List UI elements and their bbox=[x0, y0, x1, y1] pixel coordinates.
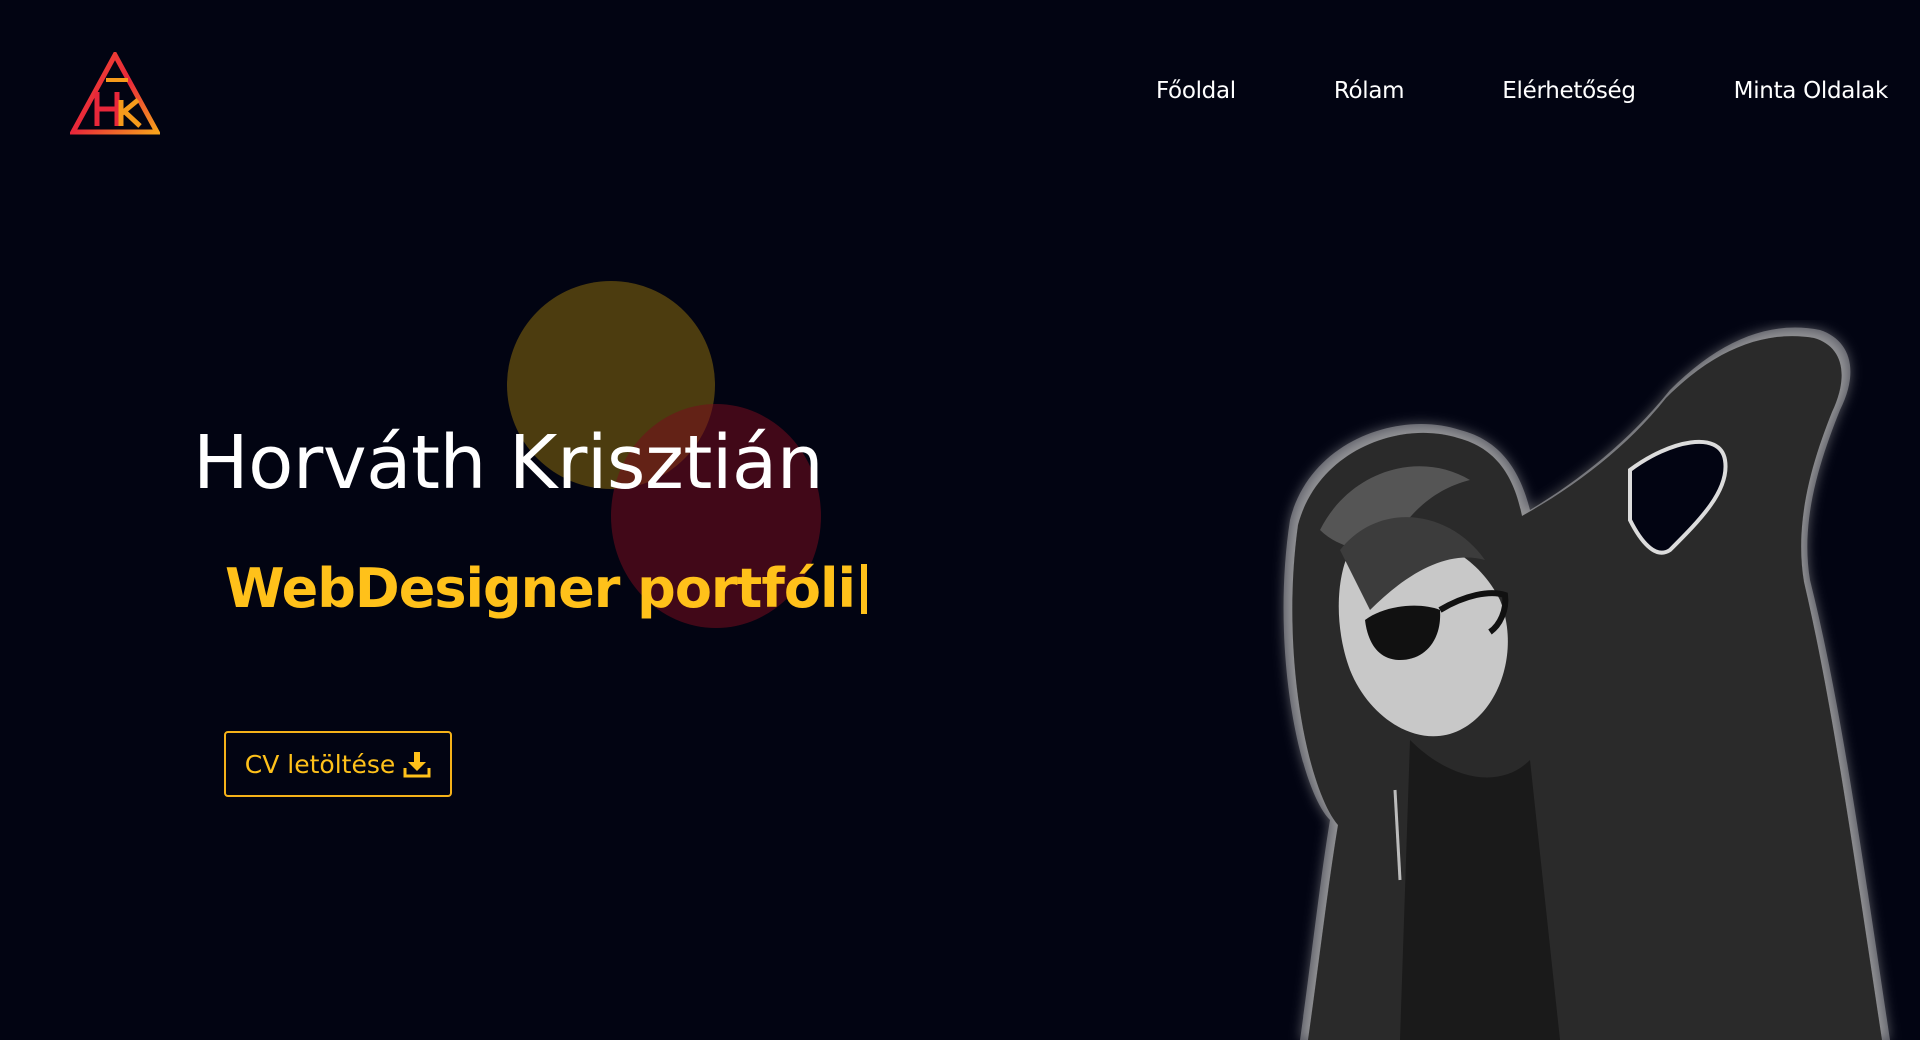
nav-item-rolam[interactable]: Rólam bbox=[1334, 78, 1405, 104]
cv-download-button[interactable]: CV letöltése bbox=[224, 731, 452, 797]
nav-item-fooldal[interactable]: Főoldal bbox=[1156, 78, 1236, 104]
typing-caret bbox=[860, 563, 867, 614]
hero-subtitle: WebDesigner portfóli bbox=[225, 557, 867, 620]
cv-download-label: CV letöltése bbox=[244, 749, 396, 779]
logo-icon[interactable] bbox=[70, 52, 160, 136]
hero-name: Horváth Krisztián bbox=[193, 420, 824, 506]
main-nav: Főoldal Rólam Elérhetőség Minta Oldalak bbox=[1156, 78, 1888, 104]
nav-item-elerhetoseg[interactable]: Elérhetőség bbox=[1502, 78, 1636, 104]
download-icon bbox=[403, 752, 431, 778]
portrait-image bbox=[1283, 327, 1890, 1040]
nav-item-minta-oldalak[interactable]: Minta Oldalak bbox=[1734, 78, 1889, 104]
hero-subtitle-text: WebDesigner portfóli bbox=[225, 557, 856, 620]
page: Főoldal Rólam Elérhetőség Minta Oldalak … bbox=[0, 0, 1920, 1040]
